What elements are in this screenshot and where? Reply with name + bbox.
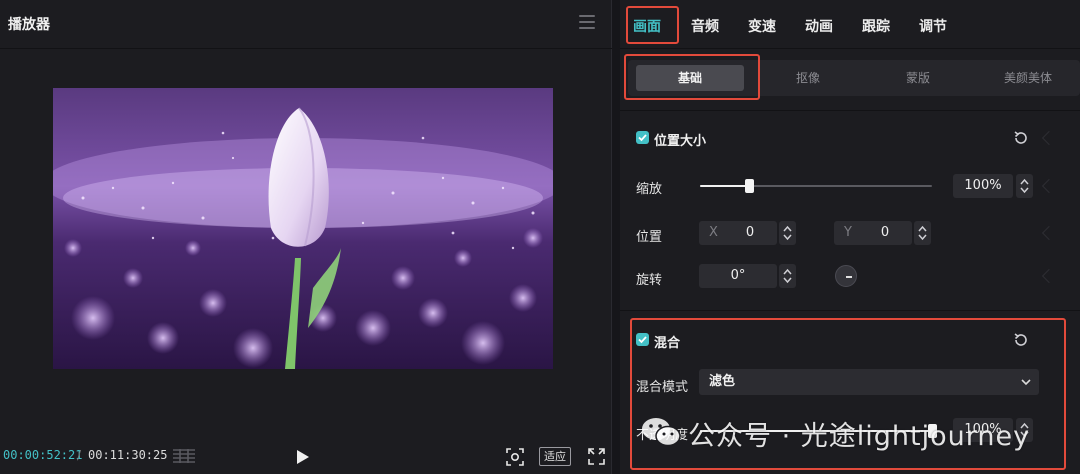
y-value: 0: [880, 225, 890, 240]
position-x-input[interactable]: X 0: [699, 221, 777, 245]
keyframe-icon[interactable]: [1041, 268, 1057, 284]
transport-bar: 00:00:52:21 / 00:11:30:25 适应: [0, 440, 612, 474]
stepper-icon: [783, 268, 792, 284]
current-timecode: 00:00:52:21: [3, 448, 83, 462]
divider: [620, 310, 1080, 311]
position-x-stepper[interactable]: [779, 221, 796, 245]
wechat-icon: [642, 418, 681, 447]
subtab-beauty[interactable]: 美颜美体: [974, 60, 1080, 96]
inspector-tabs: 画面 音频 变速 动画 跟踪 调节: [620, 0, 1080, 48]
play-icon[interactable]: [296, 449, 310, 465]
grid-icon[interactable]: [172, 448, 196, 464]
tab-audio[interactable]: 音频: [691, 16, 719, 36]
keyframe-icon[interactable]: [1041, 130, 1057, 146]
scale-slider-knob[interactable]: [745, 179, 754, 193]
subtab-highlight-box: [624, 54, 760, 100]
rotation-stepper[interactable]: [779, 264, 796, 288]
rotation-input[interactable]: 0°: [699, 264, 777, 288]
tab-adjust[interactable]: 调节: [919, 16, 947, 36]
fit-frame-icon[interactable]: [506, 448, 524, 466]
check-icon: [638, 134, 647, 142]
tab-highlight-box: [626, 6, 679, 44]
scale-value-input[interactable]: 100%: [953, 174, 1013, 198]
inspector-panel: 画面 音频 变速 动画 跟踪 调节 基础 抠像 蒙版 美颜美体 位置大小 缩放 …: [620, 0, 1080, 474]
rotation-value: 0°: [730, 268, 746, 283]
position-label: 位置: [636, 230, 663, 245]
position-size-checkbox[interactable]: [636, 131, 649, 144]
stepper-icon: [783, 225, 792, 241]
position-y-input[interactable]: Y 0: [834, 221, 912, 245]
stepper-icon: [918, 225, 927, 241]
video-preview[interactable]: [53, 88, 553, 369]
scale-label: 缩放: [636, 182, 663, 197]
subtab-mask[interactable]: 蒙版: [864, 60, 972, 96]
preview-frame-image: [53, 88, 553, 369]
player-panel: 播放器 00:00:52:21 / 00:11:30:25 适应: [0, 0, 612, 474]
tab-animation[interactable]: 动画: [805, 16, 833, 36]
fullscreen-icon[interactable]: [588, 448, 605, 465]
fit-ratio-button[interactable]: 适应: [539, 447, 571, 466]
subtab-cutout[interactable]: 抠像: [754, 60, 862, 96]
rotate-dial-icon[interactable]: [835, 265, 857, 287]
tab-tracking[interactable]: 跟踪: [862, 16, 890, 36]
total-timecode: 00:11:30:25: [88, 448, 168, 462]
position-size-title: 位置大小: [654, 134, 707, 149]
scale-stepper[interactable]: [1016, 174, 1033, 198]
keyframe-icon[interactable]: [1041, 225, 1057, 241]
keyframe-icon[interactable]: [1041, 178, 1057, 194]
player-title: 播放器: [8, 17, 50, 33]
rotation-label: 旋转: [636, 273, 663, 288]
x-value: 0: [745, 225, 755, 240]
stepper-icon: [1020, 178, 1029, 194]
divider: [620, 110, 1080, 111]
position-y-stepper[interactable]: [914, 221, 931, 245]
tab-speed[interactable]: 变速: [748, 16, 776, 36]
divider: [0, 48, 612, 49]
time-separator: /: [77, 448, 82, 462]
divider: [620, 48, 1080, 49]
scale-slider-fill: [700, 185, 749, 187]
watermark-text: 公众号 · 光途lightjourney: [688, 421, 1031, 452]
menu-icon[interactable]: [579, 15, 595, 29]
reset-icon[interactable]: [1013, 130, 1029, 146]
scale-value: 100%: [964, 178, 1002, 193]
